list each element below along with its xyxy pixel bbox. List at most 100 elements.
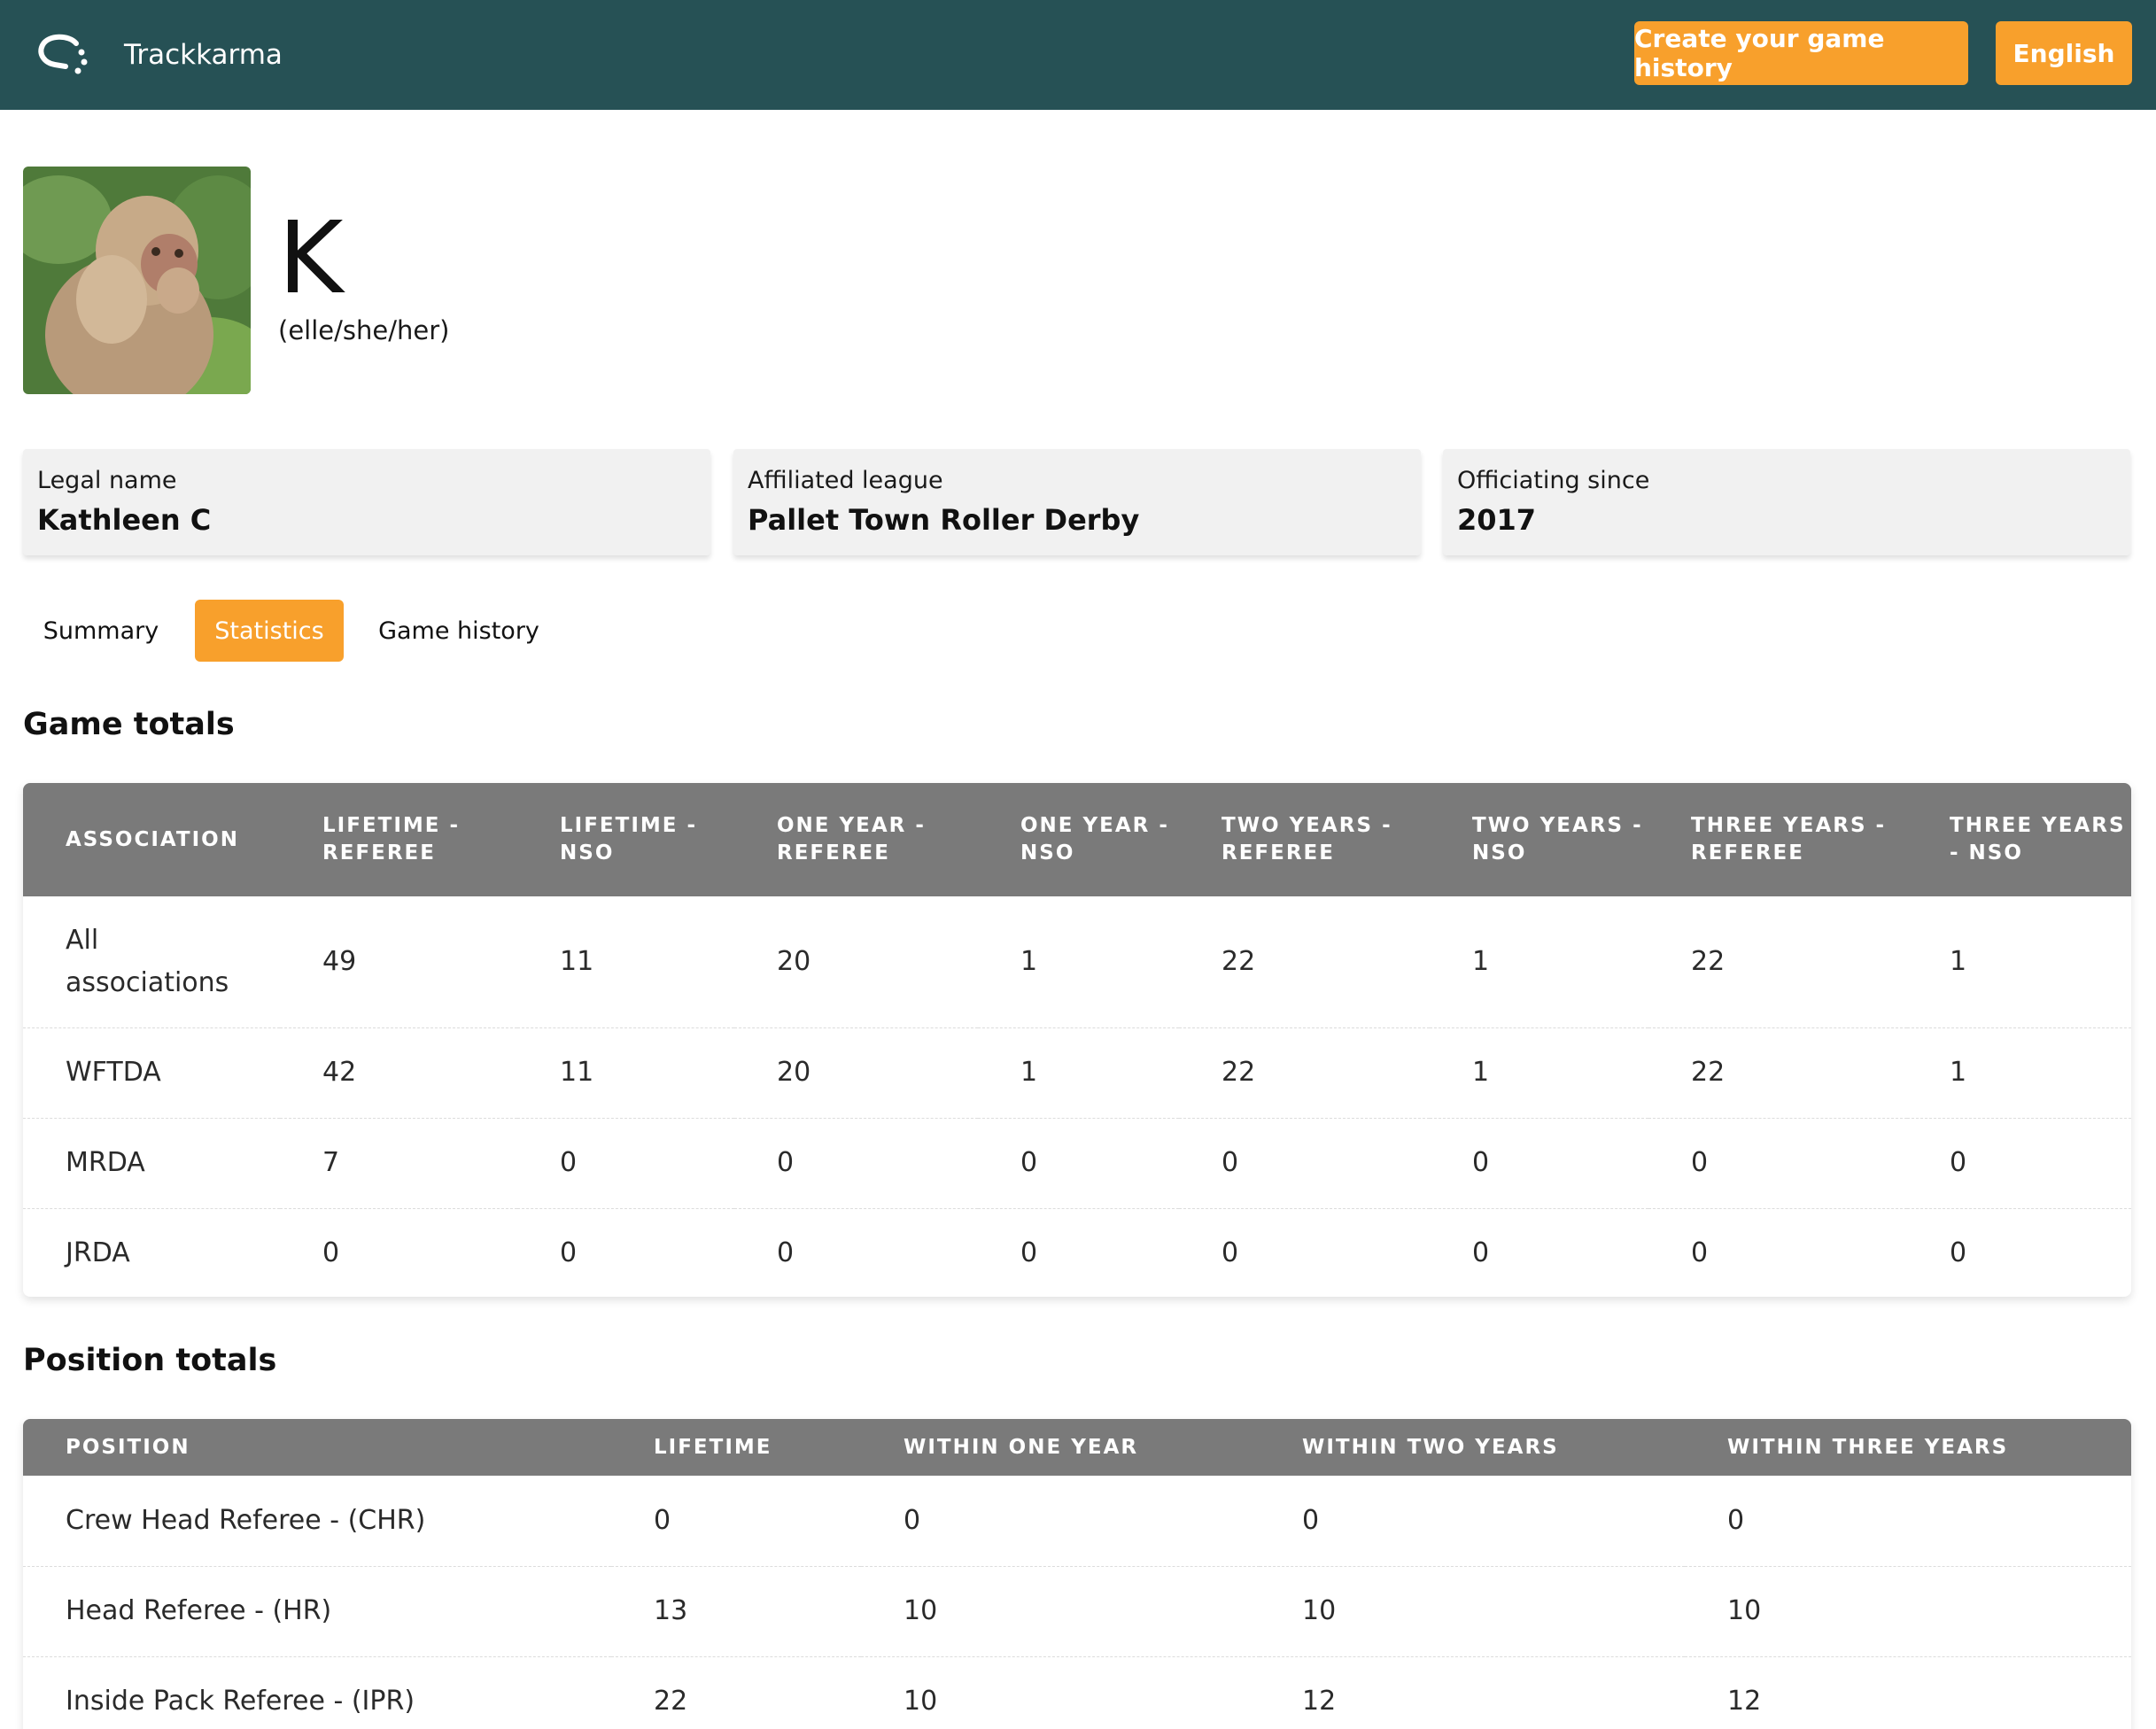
table-cell: 0 — [861, 1476, 1260, 1567]
table-cell: 0 — [734, 1118, 978, 1209]
table-cell: 0 — [1179, 1208, 1430, 1297]
trackkarma-logo-icon — [38, 34, 88, 74]
table-cell: 22 — [1648, 1027, 1907, 1119]
info-card-label: Affiliated league — [748, 467, 943, 494]
table-cell: 13 — [611, 1566, 861, 1657]
association-cell: All associations — [23, 896, 280, 1028]
table-cell: 0 — [1907, 1208, 2131, 1297]
table-row: Head Referee - (HR) 13 10 10 10 — [23, 1566, 2131, 1657]
table-cell: 0 — [1907, 1118, 2131, 1209]
table-cell: 0 — [517, 1118, 734, 1209]
create-game-history-button[interactable]: Create your game history — [1634, 21, 1968, 85]
position-cell: Inside Pack Referee - (IPR) — [23, 1656, 611, 1729]
table-cell: 20 — [734, 896, 978, 1028]
table-row: MRDA 7 0 0 0 0 0 0 0 — [23, 1118, 2131, 1209]
table-cell: 22 — [1648, 896, 1907, 1028]
table-cell: 10 — [1685, 1566, 2131, 1657]
language-button[interactable]: English — [1996, 21, 2132, 85]
table-cell: 0 — [1430, 1208, 1648, 1297]
info-card-value: Pallet Town Roller Derby — [748, 503, 1140, 537]
table-cell: 1 — [1907, 896, 2131, 1028]
table-cell: 1 — [978, 1027, 1179, 1119]
table-cell: 0 — [1685, 1476, 2131, 1567]
info-card-label: Legal name — [37, 467, 177, 494]
profile-display-name: K — [278, 201, 344, 316]
table-cell: 1 — [1907, 1027, 2131, 1119]
column-header: One year - Referee — [777, 814, 926, 864]
column-header: Within one year — [904, 1435, 1139, 1459]
officiating-since-card: Officiating since 2017 — [1443, 449, 2130, 555]
position-cell: Head Referee - (HR) — [23, 1566, 611, 1657]
table-cell: 1 — [978, 896, 1179, 1028]
game-totals-table: Association Lifetime - Referee Lifetime … — [23, 783, 2131, 1297]
brand-home-link[interactable]: Trackkarma — [35, 27, 283, 83]
column-header: Association — [66, 827, 239, 851]
table-cell: 11 — [517, 896, 734, 1028]
table-cell: 1 — [1430, 1027, 1648, 1119]
column-header: Two years - NSO — [1472, 814, 1643, 864]
table-cell: 0 — [734, 1208, 978, 1297]
table-cell: 22 — [611, 1656, 861, 1729]
table-cell: 0 — [280, 1208, 517, 1297]
avatar — [23, 167, 251, 394]
table-row: Crew Head Referee - (CHR) 0 0 0 0 — [23, 1476, 2131, 1567]
column-header: Three years - NSO — [1950, 814, 2126, 864]
table-cell: 0 — [978, 1118, 1179, 1209]
tab-game-history[interactable]: Game history — [370, 600, 547, 662]
table-cell: 11 — [517, 1027, 734, 1119]
column-header: Lifetime - Referee — [322, 814, 461, 864]
column-header: One year - NSO — [1020, 814, 1169, 864]
table-cell: 12 — [1685, 1656, 2131, 1729]
table-cell: 10 — [1260, 1566, 1685, 1657]
table-cell: 10 — [861, 1566, 1260, 1657]
table-cell: 7 — [280, 1118, 517, 1209]
association-cell: JRDA — [23, 1208, 280, 1297]
table-cell: 0 — [517, 1208, 734, 1297]
affiliated-league-card: Affiliated league Pallet Town Roller Der… — [733, 449, 1421, 555]
table-cell: 0 — [1648, 1118, 1907, 1209]
table-cell: 22 — [1179, 896, 1430, 1028]
info-card-label: Officiating since — [1457, 467, 1650, 494]
table-cell: 0 — [978, 1208, 1179, 1297]
table-cell: 49 — [280, 896, 517, 1028]
profile-pronouns: (elle/she/her) — [278, 315, 450, 345]
table-cell: 0 — [1260, 1476, 1685, 1567]
table-header-row: Association Lifetime - Referee Lifetime … — [23, 783, 2131, 896]
column-header: Position — [66, 1435, 190, 1459]
table-cell: 0 — [1430, 1118, 1648, 1209]
table-cell: 20 — [734, 1027, 978, 1119]
table-header-row: Position Lifetime Within one year Within… — [23, 1419, 2131, 1476]
position-totals-title: Position totals — [23, 1343, 277, 1378]
top-navigation-bar: Trackkarma Create your game history Engl… — [0, 0, 2156, 110]
column-header: Lifetime — [654, 1435, 772, 1459]
table-cell: 0 — [1648, 1208, 1907, 1297]
table-row: All associations 49 11 20 1 22 1 22 1 — [23, 896, 2131, 1028]
table-cell: 0 — [1179, 1118, 1430, 1209]
column-header: Within two years — [1302, 1435, 1559, 1459]
position-cell: Crew Head Referee - (CHR) — [23, 1476, 611, 1567]
profile-photo-monkey — [23, 167, 251, 394]
association-cell: MRDA — [23, 1118, 280, 1209]
column-header: Within three years — [1727, 1435, 2009, 1459]
game-totals-title: Game totals — [23, 707, 235, 742]
table-row: WFTDA 42 11 20 1 22 1 22 1 — [23, 1027, 2131, 1119]
column-header: Lifetime - NSO — [560, 814, 698, 864]
table-cell: 1 — [1430, 896, 1648, 1028]
table-cell: 42 — [280, 1027, 517, 1119]
table-row: JRDA 0 0 0 0 0 0 0 0 — [23, 1208, 2131, 1297]
column-header: Two years - Referee — [1221, 814, 1392, 864]
legal-name-card: Legal name Kathleen C — [23, 449, 710, 555]
brand-name: Trackkarma — [124, 39, 283, 71]
info-card-value: 2017 — [1457, 503, 1537, 537]
table-cell: 12 — [1260, 1656, 1685, 1729]
table-cell: 0 — [611, 1476, 861, 1567]
table-cell: 10 — [861, 1656, 1260, 1729]
table-row: Inside Pack Referee - (IPR) 22 10 12 12 — [23, 1656, 2131, 1729]
tab-summary[interactable]: Summary — [32, 600, 170, 662]
table-cell: 22 — [1179, 1027, 1430, 1119]
position-totals-table: Position Lifetime Within one year Within… — [23, 1419, 2131, 1729]
association-cell: WFTDA — [23, 1027, 280, 1119]
tab-statistics[interactable]: Statistics — [195, 600, 344, 662]
column-header: Three years - Referee — [1691, 814, 1887, 864]
info-card-value: Kathleen C — [37, 503, 212, 537]
